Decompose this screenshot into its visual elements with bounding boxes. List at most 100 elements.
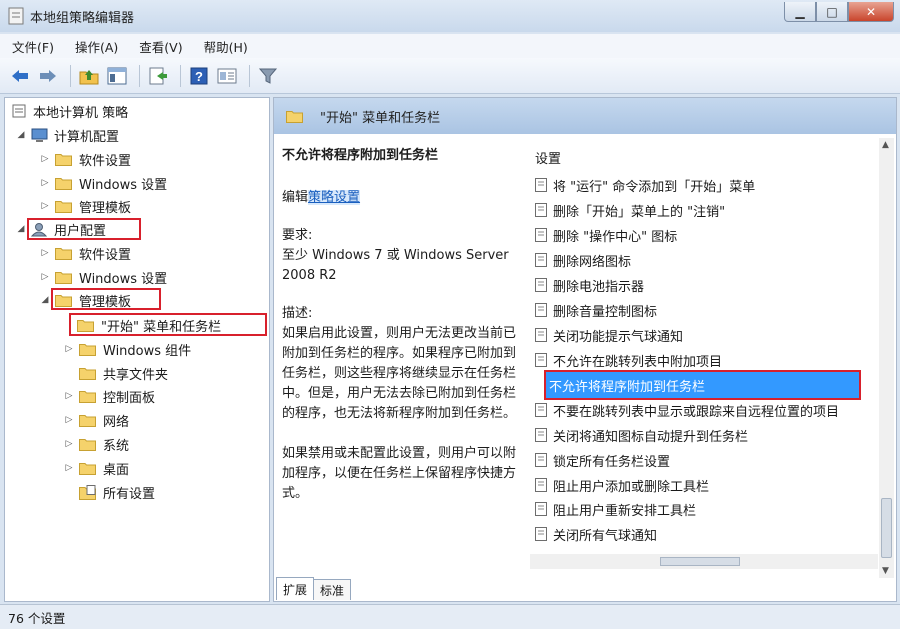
expand-arrow-icon[interactable]: ▷ [63, 391, 75, 401]
vertical-scrollbar[interactable]: ▲ ▼ [879, 138, 894, 578]
policy-setting-icon [535, 353, 547, 367]
tree-label: 系统 [103, 438, 130, 454]
list-item[interactable]: 删除「开始」菜单上的 "注销" [535, 199, 725, 221]
requirement-label: 要求: [282, 228, 313, 243]
list-item[interactable]: 关闭功能提示气球通知 [535, 324, 683, 346]
export-list-icon[interactable] [146, 64, 170, 88]
tree-label: 管理模板 [79, 200, 132, 216]
view-tabs: 扩展 标准 [276, 576, 352, 600]
tree-item-computer-windows[interactable]: ▷ Windows 设置 [39, 172, 167, 194]
show-hide-tree-icon[interactable] [105, 64, 129, 88]
status-text: 76 个设置 [8, 610, 66, 626]
tree-item-control-panel[interactable]: ▷ 控制面板 [63, 385, 155, 407]
up-folder-icon[interactable] [77, 64, 101, 88]
settings-column-header[interactable]: 设置 [535, 148, 561, 167]
tree-label: Windows 设置 [79, 177, 168, 193]
tree-label: 控制面板 [103, 390, 156, 406]
tree-item-computer-admin[interactable]: ▷ 管理模板 [39, 195, 131, 217]
tree-label: 桌面 [103, 462, 130, 478]
list-item[interactable]: 删除 "操作中心" 图标 [535, 224, 677, 246]
list-item[interactable]: 关闭所有气球通知 [535, 523, 657, 545]
close-button[interactable]: ✕ [848, 2, 894, 22]
list-item[interactable]: 阻止用户重新安排工具栏 [535, 498, 696, 520]
scroll-down-icon[interactable]: ▼ [882, 566, 889, 576]
details-pane: "开始" 菜单和任务栏 不允许将程序附加到任务栏 编辑策略设置 要求: 至少 W… [273, 97, 897, 602]
list-item[interactable]: 将 "运行" 命令添加到「开始」菜单 [535, 174, 755, 196]
help-icon[interactable]: ? [187, 64, 211, 88]
edit-policy-link[interactable]: 策略设置 [308, 190, 361, 205]
tree-item-user-windows[interactable]: ▷ Windows 设置 [39, 266, 167, 288]
expand-arrow-icon[interactable]: ▷ [39, 154, 51, 164]
expand-arrow-icon[interactable]: ▷ [39, 272, 51, 282]
tree-item-root[interactable]: 本地计算机 策略 [11, 100, 128, 122]
list-item-selected[interactable]: 不允许将程序附加到任务栏 [544, 370, 861, 400]
folder-icon [55, 271, 72, 284]
expand-arrow-icon[interactable]: ▷ [63, 344, 75, 354]
policy-setting-icon [535, 527, 547, 541]
tree-label: 共享文件夹 [103, 367, 169, 383]
toolbar: ? [0, 58, 900, 94]
description-text-2: 如果禁用或未配置此设置，则用户可以附加程序，以便在任务栏上保留程序快捷方式。 [282, 446, 517, 501]
scroll-thumb[interactable] [660, 557, 740, 566]
list-item[interactable]: 不允许在跳转列表中附加项目 [535, 349, 722, 371]
collapse-arrow-icon[interactable]: ◢ [39, 295, 51, 305]
folder-icon [286, 110, 303, 123]
list-item[interactable]: 删除网络图标 [535, 249, 631, 271]
highlight-box [51, 288, 161, 310]
tree-item-desktop[interactable]: ▷ 桌面 [63, 457, 129, 479]
back-arrow-icon[interactable] [8, 64, 32, 88]
highlight-box [69, 313, 267, 336]
maximize-button[interactable]: □ [816, 2, 848, 22]
list-item[interactable]: 阻止用户添加或删除工具栏 [535, 474, 709, 496]
expand-arrow-icon[interactable]: ▷ [39, 201, 51, 211]
toolbar-separator [70, 64, 71, 87]
forward-arrow-icon[interactable] [36, 64, 60, 88]
scroll-up-icon[interactable]: ▲ [882, 140, 889, 150]
menu-file[interactable]: 文件(F) [0, 37, 63, 56]
folder-icon [55, 177, 72, 190]
folder-icon [79, 390, 96, 403]
list-item[interactable]: 删除电池指示器 [535, 274, 644, 296]
description-panel: 不允许将程序附加到任务栏 编辑策略设置 要求: 至少 Windows 7 或 W… [282, 146, 518, 504]
expand-arrow-icon[interactable]: ▷ [39, 248, 51, 258]
window-title: 本地组策略编辑器 [30, 11, 135, 26]
scroll-thumb[interactable] [881, 498, 892, 558]
folder-icon [55, 200, 72, 213]
tab-extended[interactable]: 扩展 [276, 577, 315, 600]
list-item[interactable]: 不要在跳转列表中显示或跟踪来自远程位置的项目 [535, 399, 839, 421]
menu-help[interactable]: 帮助(H) [192, 37, 257, 56]
collapse-arrow-icon[interactable]: ◢ [15, 224, 27, 234]
expand-arrow-icon[interactable]: ▷ [39, 178, 51, 188]
tree-label: 计算机配置 [54, 129, 120, 145]
tree-item-all-settings[interactable]: 所有设置 [79, 481, 155, 503]
properties-icon[interactable] [215, 64, 239, 88]
expand-arrow-icon[interactable]: ▷ [63, 415, 75, 425]
expand-arrow-icon[interactable]: ▷ [63, 463, 75, 473]
tree-item-computer-software[interactable]: ▷ 软件设置 [39, 148, 131, 170]
menu-view[interactable]: 查看(V) [127, 37, 191, 56]
filter-icon[interactable] [256, 64, 280, 88]
list-item[interactable]: 关闭将通知图标自动提升到任务栏 [535, 424, 748, 446]
tree-item-user-software[interactable]: ▷ 软件设置 [39, 242, 131, 264]
tree-label: 所有设置 [103, 486, 156, 502]
tree-item-computer-config[interactable]: ◢ 计算机配置 [15, 124, 119, 146]
policy-setting-icon [535, 328, 547, 342]
expand-arrow-icon[interactable]: ▷ [63, 439, 75, 449]
list-item[interactable]: 删除音量控制图标 [535, 299, 657, 321]
tab-standard[interactable]: 标准 [313, 579, 352, 600]
pane-title: "开始" 菜单和任务栏 [320, 110, 441, 126]
tree-label: 软件设置 [79, 247, 132, 263]
policy-setting-icon [535, 502, 547, 516]
list-item[interactable]: 锁定所有任务栏设置 [535, 449, 670, 471]
policy-setting-icon [535, 178, 547, 192]
horizontal-scrollbar[interactable] [530, 554, 878, 569]
tree-item-shared-folders[interactable]: 共享文件夹 [79, 362, 168, 384]
tree-item-network[interactable]: ▷ 网络 [63, 409, 129, 431]
collapse-arrow-icon[interactable]: ◢ [15, 130, 27, 140]
policy-title: 不允许将程序附加到任务栏 [282, 148, 439, 163]
tree-item-windows-components[interactable]: ▷ Windows 组件 [63, 338, 191, 360]
folder-icon [79, 414, 96, 427]
menu-action[interactable]: 操作(A) [63, 37, 127, 56]
minimize-button[interactable]: ▁ [784, 2, 816, 22]
tree-item-system[interactable]: ▷ 系统 [63, 433, 129, 455]
